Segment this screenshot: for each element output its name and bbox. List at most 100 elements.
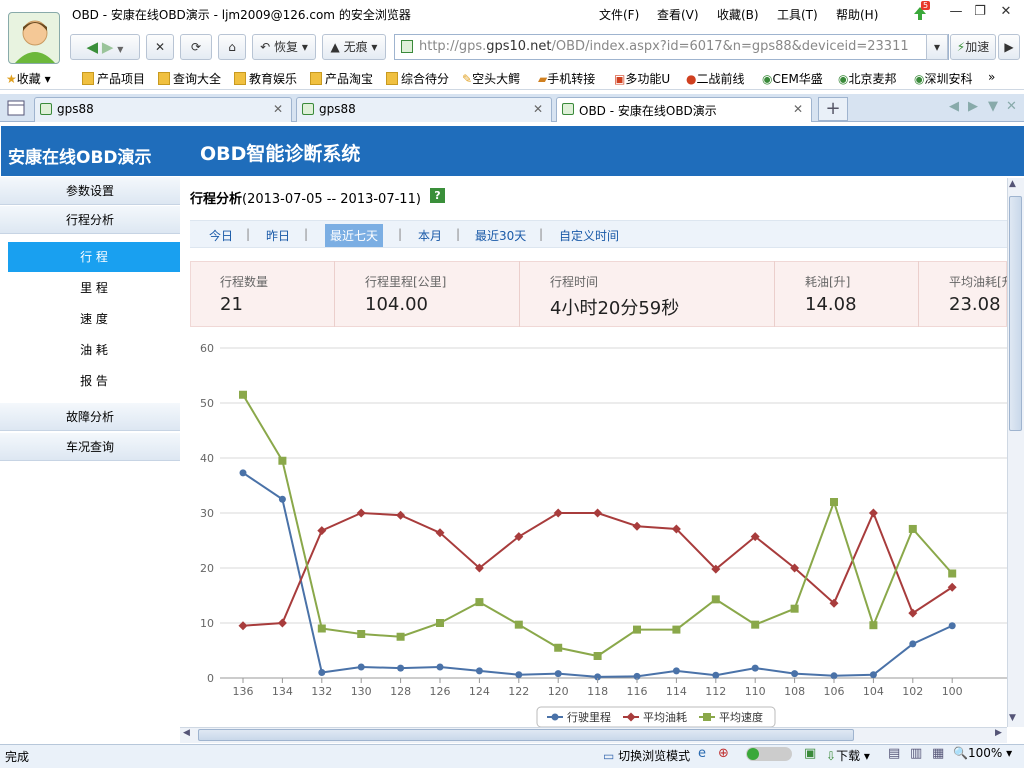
tab-close-all-icon[interactable]: ✕ — [1006, 99, 1017, 114]
ie-icon[interactable]: e — [698, 746, 706, 761]
page-icon — [302, 103, 314, 115]
maximize-button[interactable]: ❐ — [970, 4, 990, 22]
address-bar[interactable]: http://gps.gps10.net/OBD/index.aspx?id=6… — [394, 34, 949, 60]
sidebar-trip-analysis[interactable]: 行程分析 — [0, 206, 180, 234]
accelerate-button[interactable]: ⚡加速 — [950, 34, 996, 60]
tab-obd-demo[interactable]: OBD - 安康在线OBD演示 ✕ — [556, 97, 812, 122]
settings-icon[interactable]: ▦ — [932, 746, 944, 761]
zoom-control[interactable]: 🔍100% ▾ — [953, 746, 1012, 760]
data-point — [868, 508, 878, 518]
shield-icon[interactable]: ⊕ — [718, 746, 729, 761]
status-bar — [0, 744, 1024, 768]
screenshot-icon[interactable]: ▣ — [804, 746, 816, 761]
menu-help[interactable]: 帮助(H) — [836, 6, 878, 23]
home-button[interactable]: ⌂ — [218, 34, 246, 60]
refresh-button[interactable]: ⟳ — [180, 34, 212, 60]
sidebar-param-settings[interactable]: 参数设置 — [0, 177, 180, 205]
fav-item[interactable]: ▣多功能U — [614, 70, 670, 87]
back-icon[interactable]: ◀ — [87, 38, 99, 56]
forward-icon[interactable]: ▶ — [102, 38, 114, 56]
folder-icon — [386, 72, 398, 85]
sidebar-toggle-icon[interactable] — [6, 98, 26, 118]
fav-item[interactable]: ◉CEM华盛 — [762, 70, 823, 87]
scroll-left-icon[interactable]: ◀ — [183, 728, 190, 738]
history-dropdown-icon[interactable]: ▼ — [117, 45, 123, 54]
tab-gps88-2[interactable]: gps88 ✕ — [296, 97, 552, 122]
sidebar-fault-analysis[interactable]: 故障分析 — [0, 403, 180, 431]
sidebar-item-mileage[interactable]: 里 程 — [8, 273, 180, 303]
tab-close-icon[interactable]: ✕ — [793, 102, 803, 116]
fav-item[interactable]: ◉深圳安科 — [914, 70, 973, 87]
update-badge: 5 — [921, 1, 931, 10]
menu-favorites[interactable]: 收藏(B) — [717, 6, 759, 23]
fav-item[interactable]: 查询大全 — [158, 70, 221, 87]
tab-gps88-1[interactable]: gps88 ✕ — [34, 97, 292, 122]
sidebar-item-trip[interactable]: 行 程 — [8, 242, 180, 272]
switch-mode-button[interactable]: ▭ 切换浏览模式 — [603, 747, 690, 764]
fav-item[interactable]: 产品项目 — [82, 70, 145, 87]
scroll-down-icon[interactable]: ▼ — [1009, 713, 1016, 723]
avatar-icon — [15, 20, 55, 63]
fav-site-icon: ● — [686, 72, 697, 86]
tab-list-icon[interactable]: ▼ — [988, 99, 998, 114]
tab-scroll-right-icon[interactable]: ▶ — [968, 99, 978, 114]
no-trace-button[interactable]: ▲ 无痕 ▾ — [322, 34, 386, 60]
help-icon[interactable]: ? — [430, 188, 445, 203]
sidebar-item-fuel[interactable]: 油 耗 — [8, 335, 180, 365]
range-custom[interactable]: 自定义时间 — [559, 227, 619, 244]
y-tick-label: 20 — [200, 562, 214, 575]
fav-item[interactable]: ✎空头大鳄 — [462, 70, 520, 87]
fav-more[interactable]: » — [988, 70, 995, 84]
scroll-right-icon[interactable]: ▶ — [995, 728, 1002, 738]
range-this-month[interactable]: 本月 — [418, 227, 442, 244]
toggle-icon[interactable] — [746, 747, 792, 761]
fav-item[interactable]: 产品淘宝 — [310, 70, 373, 87]
address-dropdown-button[interactable]: ▾ — [926, 34, 948, 60]
page-icon — [40, 103, 52, 115]
fav-item[interactable]: ▰手机转接 — [538, 70, 595, 87]
bookmark-icon[interactable]: ▥ — [910, 746, 922, 761]
refresh-icon: ⟳ — [190, 40, 202, 54]
tab-label: gps88 — [319, 102, 356, 116]
sidebar-item-report[interactable]: 报 告 — [8, 366, 180, 396]
restore-button[interactable]: ↶ 恢复 ▾ — [252, 34, 316, 60]
vertical-scroll-thumb[interactable] — [1009, 196, 1022, 431]
url-text[interactable]: http://gps.gps10.net/OBD/index.aspx?id=6… — [419, 39, 909, 54]
scroll-up-icon[interactable]: ▲ — [1009, 179, 1016, 189]
fav-collect[interactable]: ★收藏 ▾ — [6, 70, 51, 87]
fav-item[interactable]: ◉北京麦邦 — [838, 70, 897, 87]
tab-close-icon[interactable]: ✕ — [533, 102, 543, 116]
tab-close-icon[interactable]: ✕ — [273, 102, 283, 116]
page-tools-icon[interactable]: ▤ — [888, 746, 900, 761]
fav-item[interactable]: 教育娱乐 — [234, 70, 297, 87]
go-button[interactable]: ▶ — [998, 34, 1020, 60]
stat-avg-fuel: 平均油耗[升23.08 — [949, 275, 1007, 315]
series-line-2 — [242, 394, 953, 658]
tab-scroll-left-icon[interactable]: ◀ — [949, 99, 959, 114]
stop-button[interactable]: ✕ — [146, 34, 174, 60]
download-button[interactable]: ⇩下载 ▾ — [826, 747, 870, 764]
data-point — [239, 390, 247, 399]
menu-file[interactable]: 文件(F) — [599, 6, 639, 23]
data-point — [869, 671, 877, 679]
range-last-7-days[interactable]: 最近七天 — [325, 224, 384, 247]
app-title: 安康在线OBD演示 — [8, 148, 152, 168]
fav-item[interactable]: ●二战前线 — [686, 70, 745, 87]
menu-view[interactable]: 查看(V) — [657, 6, 699, 23]
minimize-button[interactable]: — — [946, 4, 966, 22]
x-tick-label: 112 — [705, 685, 726, 698]
fav-item[interactable]: 综合待分 — [386, 70, 449, 87]
user-avatar[interactable] — [8, 12, 60, 64]
range-yesterday[interactable]: 昨日 — [266, 227, 290, 244]
data-point — [396, 632, 405, 641]
range-today[interactable]: 今日 — [209, 227, 233, 244]
new-tab-button[interactable]: + — [818, 97, 848, 121]
horizontal-scroll-thumb[interactable] — [198, 729, 854, 741]
sidebar-vehicle-status[interactable]: 车况查询 — [0, 433, 180, 461]
range-last-30-days[interactable]: 最近30天 — [475, 227, 526, 244]
menu-tools[interactable]: 工具(T) — [777, 6, 818, 23]
close-window-button[interactable]: ✕ — [996, 4, 1016, 22]
download-icon: ⇩ — [826, 749, 837, 763]
sidebar-item-speed[interactable]: 速 度 — [8, 304, 180, 334]
stat-fuel-used: 耗油[升] 14.08 — [775, 261, 919, 327]
